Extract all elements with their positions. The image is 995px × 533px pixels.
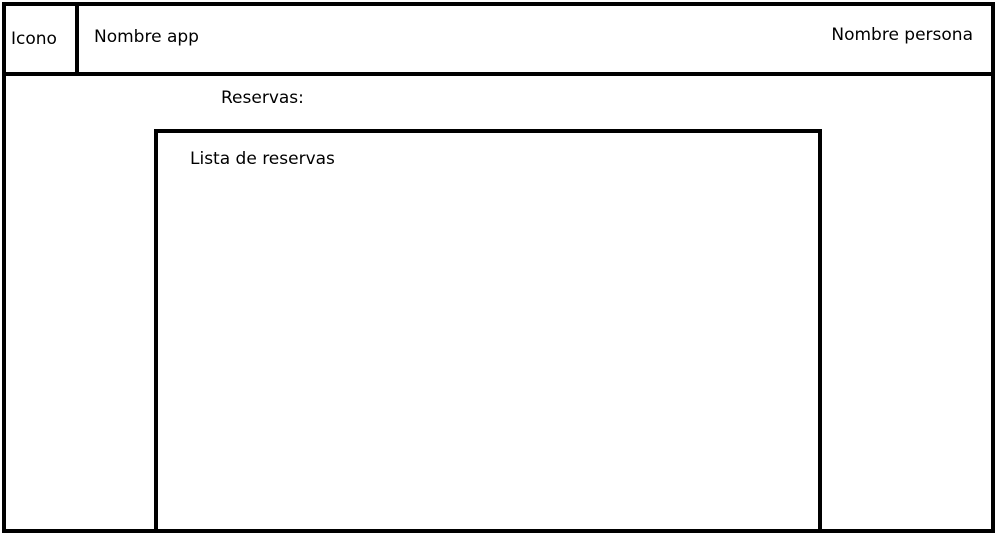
reservations-list[interactable]: Lista de reservas [154,129,822,529]
app-header: Icono Nombre app Nombre persona [6,6,991,76]
app-name: Nombre app [94,27,199,47]
reservations-list-label: Lista de reservas [190,149,335,169]
user-name[interactable]: Nombre persona [831,25,973,45]
page-title: Reservas: [221,88,304,108]
app-icon-label: Icono [11,29,57,49]
app-window: Icono Nombre app Nombre persona Reservas… [2,2,995,533]
app-icon[interactable]: Icono [6,6,79,72]
